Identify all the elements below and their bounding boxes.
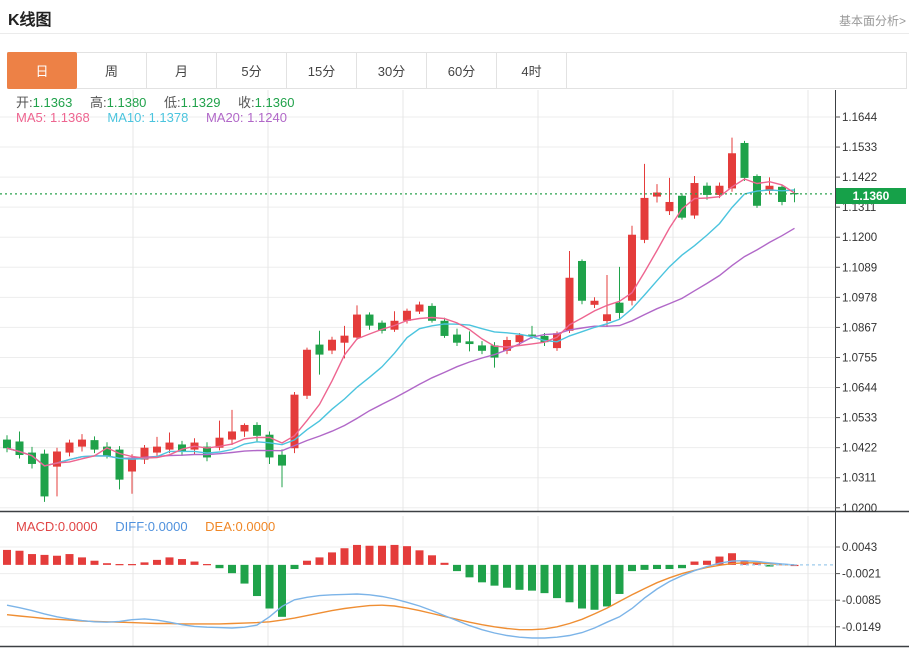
candle (578, 261, 586, 301)
tab-day[interactable]: 日 (7, 52, 77, 89)
candle (366, 315, 374, 326)
macd-value: 0.0000 (58, 519, 98, 534)
candle (91, 440, 99, 449)
dea-line (7, 563, 795, 630)
macd-histogram (3, 545, 799, 617)
candle (303, 350, 311, 396)
svg-text:1.0644: 1.0644 (842, 383, 878, 395)
candle (316, 345, 324, 355)
dea-label: DEA: (205, 519, 235, 534)
candle (428, 306, 436, 321)
candle (591, 301, 599, 305)
candle (403, 311, 411, 321)
svg-text:1.0978: 1.0978 (842, 292, 877, 304)
tab-30min[interactable]: 30分 (357, 53, 427, 88)
diff-value: 0.0000 (148, 519, 188, 534)
svg-text:1.1533: 1.1533 (842, 142, 877, 154)
candle (516, 335, 524, 342)
ma20-value: 1.1240 (247, 110, 287, 125)
svg-text:1.0311: 1.0311 (842, 473, 876, 485)
timeframe-tabs: 日 周 月 5分 15分 30分 60分 4时 (7, 52, 907, 89)
candle (241, 425, 249, 431)
header-divider (0, 33, 909, 34)
candle (278, 455, 286, 466)
high-value: 1.1380 (107, 95, 147, 110)
candle (603, 314, 611, 321)
candle (653, 193, 661, 197)
candle (3, 440, 11, 449)
ma20-label: MA20: (206, 110, 244, 125)
open-value: 1.1363 (33, 95, 73, 110)
candle (353, 315, 361, 338)
candle (253, 425, 261, 436)
candle (153, 447, 161, 453)
low-label: 低: (164, 95, 181, 110)
svg-text:1.1200: 1.1200 (842, 232, 877, 244)
svg-text:1.0200: 1.0200 (842, 503, 877, 515)
kline-widget: K线图 基本面分析> 日 周 月 5分 15分 30分 60分 4时 1.164… (0, 0, 909, 650)
candle (78, 440, 86, 447)
candle (628, 235, 636, 301)
svg-text:1.1644: 1.1644 (842, 112, 878, 124)
tab-5min[interactable]: 5分 (217, 53, 287, 88)
tab-week[interactable]: 周 (77, 53, 147, 88)
high-label: 高: (90, 95, 107, 110)
tab-month[interactable]: 月 (147, 53, 217, 88)
svg-text:1.0755: 1.0755 (842, 352, 877, 364)
candle (166, 443, 174, 450)
candle (641, 198, 649, 240)
macd-readout: MACD:0.0000 DIFF:0.0000 DEA:0.0000 (16, 519, 275, 534)
low-value: 1.1329 (181, 95, 221, 110)
candle (478, 345, 486, 350)
ohlc-readout: 开:1.1363 高:1.1380 低:1.1329 收:1.1360 (16, 92, 294, 111)
page-title: K线图 (8, 6, 52, 30)
candle (741, 143, 749, 178)
candle (666, 202, 674, 211)
chart-area: 1.16441.15331.14221.13111.12001.10891.09… (0, 90, 909, 650)
svg-text:-0.0085: -0.0085 (842, 595, 881, 607)
ma5-value: 1.1368 (50, 110, 90, 125)
candle (616, 303, 624, 313)
candle (228, 431, 236, 439)
ma5-line (7, 179, 795, 466)
diff-label: DIFF: (115, 519, 148, 534)
tabstrip-filler (567, 53, 906, 88)
kline-chart-canvas[interactable]: 1.16441.15331.14221.13111.12001.10891.09… (0, 90, 909, 650)
ma5-label: MA5: (16, 110, 46, 125)
close-value: 1.1360 (255, 95, 295, 110)
open-label: 开: (16, 95, 33, 110)
candle (341, 336, 349, 343)
ma10-value: 1.1378 (149, 110, 189, 125)
svg-text:0.0043: 0.0043 (842, 542, 877, 554)
candle (66, 443, 74, 453)
close-label: 收: (238, 95, 255, 110)
current-price-tag: 1.1360 (836, 188, 906, 204)
svg-text:1.1422: 1.1422 (842, 172, 877, 184)
ma-readout: MA5: 1.1368 MA10: 1.1378 MA20: 1.1240 (16, 110, 287, 125)
ma10-label: MA10: (107, 110, 145, 125)
candle (453, 335, 461, 343)
candle (328, 340, 336, 351)
candle (416, 305, 424, 312)
candle (728, 153, 736, 188)
candle (41, 454, 49, 497)
tab-4hour[interactable]: 4时 (497, 53, 567, 88)
ma20-line (7, 228, 795, 466)
svg-text:1.0422: 1.0422 (842, 443, 877, 455)
svg-text:1.0533: 1.0533 (842, 413, 877, 425)
tab-60min[interactable]: 60分 (427, 53, 497, 88)
candle (466, 341, 474, 344)
svg-text:1.1089: 1.1089 (842, 262, 877, 274)
macd-label: MACD: (16, 519, 58, 534)
dea-value: 0.0000 (236, 519, 276, 534)
svg-text:-0.0149: -0.0149 (842, 622, 881, 634)
candle (53, 451, 61, 466)
candle (441, 321, 449, 336)
fundamental-analysis-link[interactable]: 基本面分析> (839, 12, 906, 29)
tab-15min[interactable]: 15分 (287, 53, 357, 88)
svg-text:-0.0021: -0.0021 (842, 569, 881, 581)
svg-text:1.0867: 1.0867 (842, 322, 877, 334)
